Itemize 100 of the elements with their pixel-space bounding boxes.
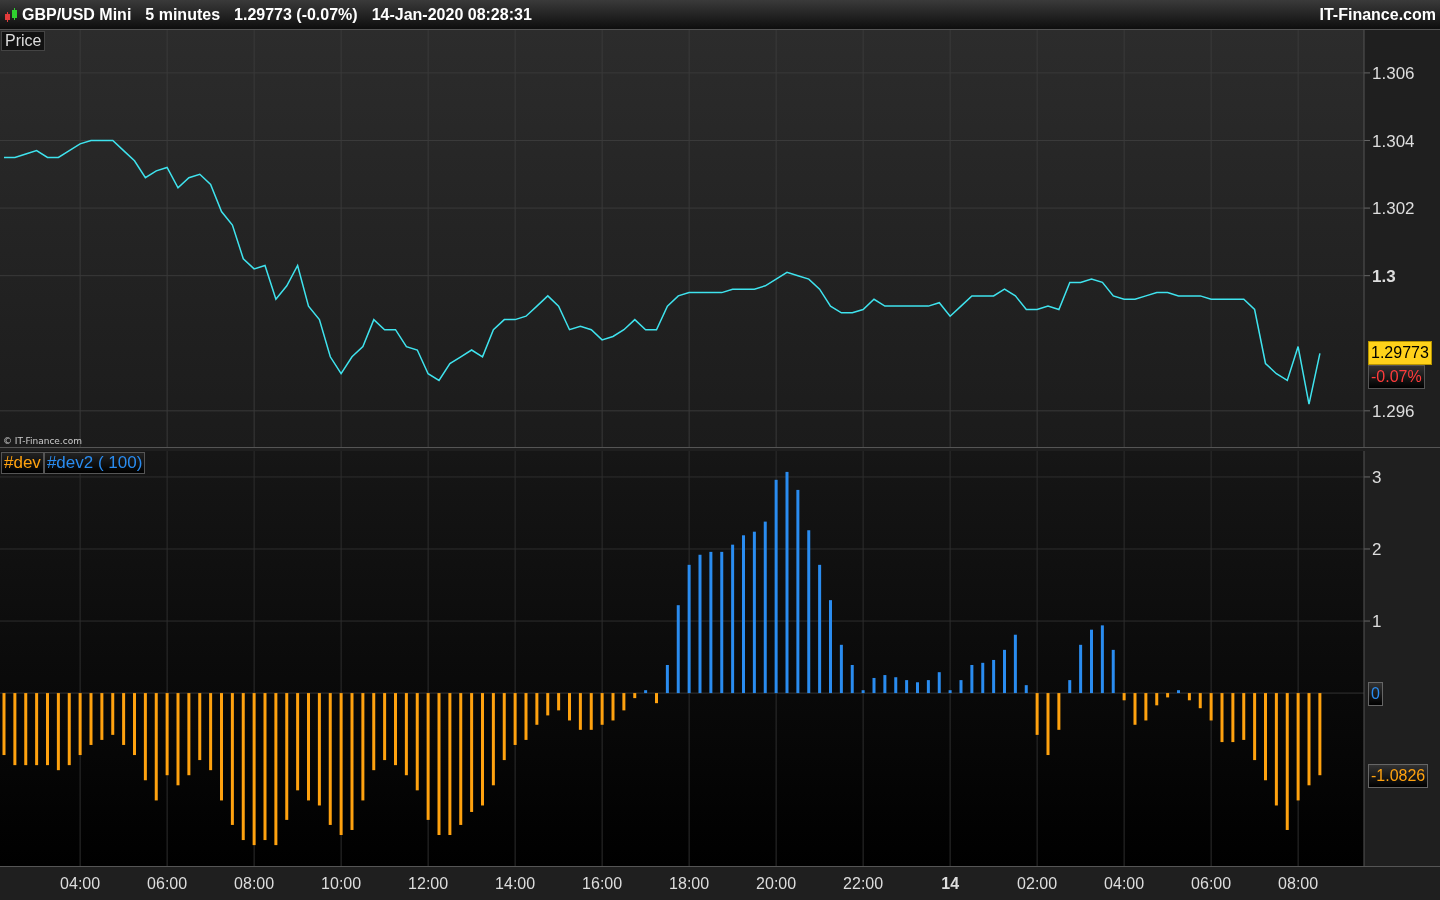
histogram-bar (535, 693, 539, 725)
histogram-bar (655, 693, 658, 704)
histogram-bar (1133, 693, 1137, 725)
histogram-bar (383, 693, 387, 761)
histogram-bar (1253, 693, 1257, 761)
histogram-bar (513, 693, 517, 745)
histogram-bar (1111, 649, 1115, 694)
histogram-bar (1198, 693, 1202, 709)
quote-text: 1.29773 (-0.07%) (234, 5, 358, 24)
histogram-bar (111, 693, 115, 735)
last-price-badge: 1.29773 (1368, 341, 1432, 366)
axis-label: 2 (1372, 540, 1382, 559)
histogram-bar (644, 690, 648, 694)
change-badge: -0.07% (1368, 365, 1425, 390)
histogram-bar (926, 680, 930, 694)
histogram-bar (622, 693, 626, 711)
time-label: 06:00 (1191, 875, 1232, 893)
time-label: 04:00 (60, 875, 101, 893)
histogram-bar (992, 659, 996, 694)
time-label: 20:00 (756, 875, 797, 893)
histogram-bar (839, 644, 843, 694)
time-label: 18:00 (669, 875, 710, 893)
axis-label: 1.304 (1372, 131, 1415, 151)
histogram-bar (1166, 693, 1170, 698)
axis-label: 3 (1372, 467, 1382, 487)
histogram-bar (1090, 629, 1093, 694)
histogram-bar (122, 693, 126, 745)
histogram-bar (78, 693, 82, 756)
histogram-bar (600, 693, 604, 725)
histogram-bar (1035, 693, 1039, 735)
histogram-bar (1177, 690, 1180, 694)
indicator-label: #dev2 ( 100) (43, 452, 146, 474)
histogram-bar (611, 693, 615, 721)
time-label: 04:00 (1104, 875, 1145, 893)
time-label: 12:00 (408, 875, 449, 893)
histogram-bar (1024, 685, 1028, 694)
axis-label: 1 (1372, 612, 1382, 632)
brand-name: IT-Finance.com (1319, 5, 1436, 24)
histogram-bar (546, 693, 550, 716)
histogram-bar (557, 693, 561, 711)
histogram-bar (633, 693, 637, 699)
histogram-bar (894, 677, 898, 694)
histogram-bar (1068, 680, 1072, 694)
symbol-name: GBP/USD Mini (22, 5, 132, 24)
value-badge: -1.0826 (1368, 764, 1429, 789)
histogram-bar (861, 690, 865, 694)
histogram-bar (2, 693, 6, 756)
histogram-bar (883, 675, 887, 694)
histogram-bar (916, 682, 919, 694)
histogram-bar (589, 693, 593, 730)
histogram-bar (970, 665, 974, 694)
interval-label: 5 minutes (145, 5, 221, 24)
histogram-bar (665, 665, 669, 694)
histogram-bar (1231, 693, 1235, 743)
histogram-bar (1242, 693, 1246, 740)
histogram-bar (198, 693, 202, 761)
histogram-bar (1155, 693, 1159, 706)
histogram-bar (578, 693, 582, 730)
histogram-bar (89, 693, 93, 745)
panel-label: Price (1, 31, 46, 51)
axis-label: 1.302 (1372, 199, 1415, 219)
histogram-bar (100, 693, 104, 740)
time-label: 08:00 (1278, 875, 1319, 893)
histogram-bar (850, 665, 854, 694)
histogram-bar (1144, 693, 1148, 721)
histogram-bar (133, 693, 136, 756)
indicator-label: #dev (1, 452, 44, 474)
histogram-bar (1122, 693, 1126, 701)
histogram-bar (1100, 625, 1104, 694)
histogram-bar (981, 662, 985, 694)
time-label: 10:00 (321, 875, 362, 893)
time-label: 02:00 (1017, 875, 1058, 893)
time-label: 08:00 (234, 875, 275, 893)
axis-label: 1.306 (1372, 63, 1415, 83)
histogram-bar (1209, 693, 1213, 721)
histogram-bar (1003, 649, 1006, 694)
histogram-bar (872, 677, 876, 694)
copyright-text: © IT-Finance.com (3, 436, 82, 446)
histogram-bar (1079, 644, 1083, 694)
axis-label: 1.296 (1372, 401, 1415, 421)
histogram-bar (1013, 634, 1017, 694)
time-label: 06:00 (147, 875, 188, 893)
axis-label: 1.3 (1372, 266, 1396, 286)
histogram-bar (937, 672, 941, 694)
time-label: 22:00 (843, 875, 884, 893)
datetime-text: 14-Jan-2020 08:28:31 (371, 5, 532, 24)
histogram-bar (1046, 693, 1050, 756)
histogram-bar (1220, 693, 1224, 743)
histogram-bar (959, 680, 963, 694)
histogram-bar (524, 693, 528, 740)
time-label: 16:00 (582, 875, 623, 893)
time-label: 14 (941, 875, 959, 893)
histogram-bar (1057, 693, 1061, 730)
time-label: 14:00 (495, 875, 536, 893)
candlestick-icon (4, 7, 18, 22)
histogram-bar (502, 693, 506, 761)
histogram-bar (568, 693, 571, 721)
histogram-bar (948, 690, 952, 694)
histogram-bar (1187, 693, 1191, 701)
value-badge: 0 (1368, 682, 1383, 707)
